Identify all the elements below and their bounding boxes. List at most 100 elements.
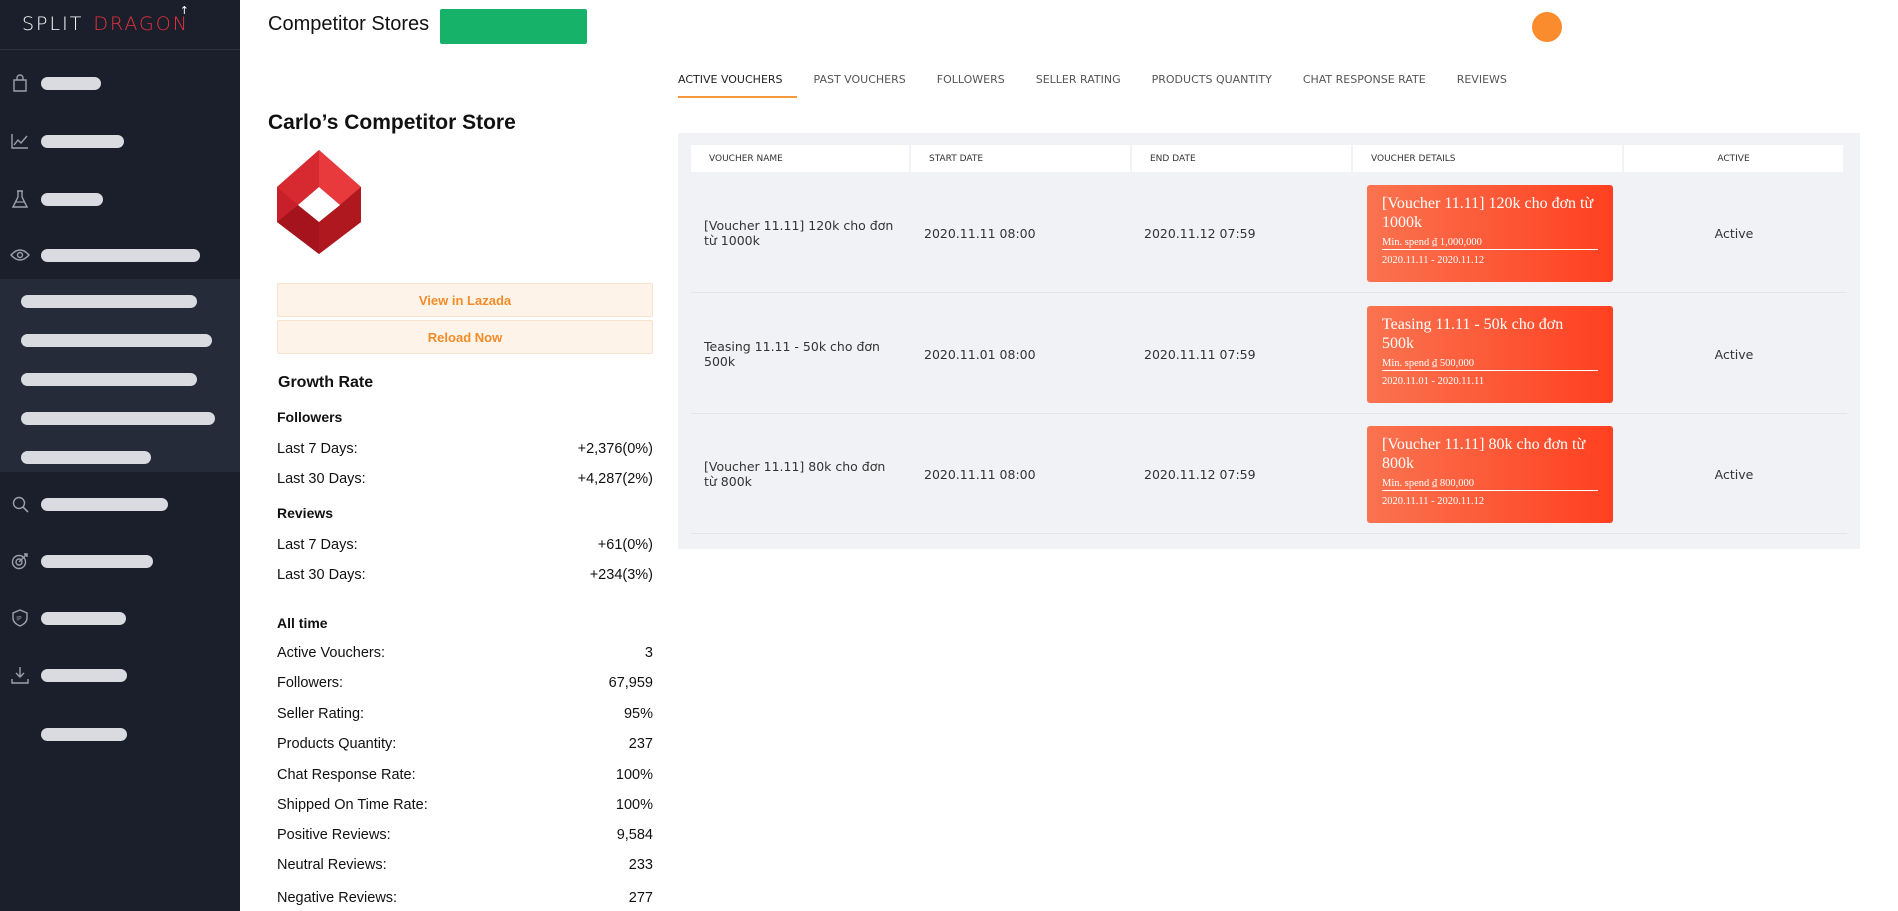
sidebar-item-label [41,192,103,206]
voucher-name-cell: [Voucher 11.11] 80k cho đơn từ 800k [704,459,886,489]
voucher-card-min-spend: Min. spend ₫ 500,000 [1382,358,1598,371]
tab-products-quantity[interactable]: PRODUCTS QUANTITY [1152,62,1272,98]
table-row[interactable]: Teasing 11.11 - 50k cho đơn 500k 2020.11… [691,294,1847,414]
sidebar-item-monitor[interactable] [0,235,240,275]
tab-bar: ACTIVE VOUCHERS PAST VOUCHERS FOLLOWERS … [678,62,1538,98]
column-header-end-date[interactable]: END DATE [1132,145,1351,172]
end-date-cell: 2020.11.12 07:59 [1144,225,1256,241]
flask-icon [10,189,30,209]
status-badge: Active [1714,466,1754,482]
stat-value: 95% [623,706,653,722]
table-header: VOUCHER NAME START DATE END DATE VOUCHER… [691,145,1845,172]
sidebar-item-targeting[interactable] [0,541,240,581]
tab-followers[interactable]: FOLLOWERS [937,62,1005,98]
brand-word-split: SPLIT [22,13,84,35]
stat-row-followers: Followers: 67,959 [277,675,653,691]
tab-chat-response-rate[interactable]: CHAT RESPONSE RATE [1303,62,1426,98]
store-name: Carlo’s Competitor Store [268,111,516,134]
vouchers-table: VOUCHER NAME START DATE END DATE VOUCHER… [678,133,1860,549]
eye-icon [10,245,30,265]
stat-value: 67,959 [608,675,653,691]
trend-chart-icon [10,131,30,151]
submenu-item[interactable] [21,373,197,386]
sidebar: SPLIT DRAGON ↑ IP [0,0,240,911]
voucher-card[interactable]: [Voucher 11.11] 120k cho đơn từ 1000k Mi… [1367,185,1613,282]
stat-row-negative-reviews: Negative Reviews: 277 [277,890,653,906]
start-date-cell: 2020.11.01 08:00 [924,346,1036,362]
target-icon [10,551,30,571]
submenu-item[interactable] [21,295,197,308]
voucher-card-dates: 2020.11.11 - 2020.11.12 [1382,496,1485,507]
submenu-item[interactable] [21,412,215,425]
stat-label: Last 7 Days: [277,537,358,553]
column-header-voucher-details[interactable]: VOUCHER DETAILS [1353,145,1622,172]
sidebar-item-label [41,134,124,148]
stat-value: 277 [628,890,653,906]
sidebar-item-products[interactable] [0,63,240,103]
column-header-start-date[interactable]: START DATE [911,145,1130,172]
sidebar-item-search[interactable] [0,484,240,524]
submenu-item[interactable] [21,334,212,347]
stat-label: Followers: [277,675,344,691]
ip-shield-icon: IP [10,608,30,628]
submenu-item[interactable] [21,451,151,464]
voucher-name-cell: [Voucher 11.11] 120k cho đơn từ 1000k [704,218,894,248]
end-date-cell: 2020.11.11 07:59 [1144,346,1256,362]
sidebar-item-download[interactable] [0,655,240,695]
page-title: Competitor Stores [268,13,430,35]
stat-label: Seller Rating: [277,706,365,722]
voucher-card-title: Teasing 11.11 - 50k cho đơn 500k [1382,316,1564,352]
stat-label: Last 30 Days: [277,567,366,583]
voucher-card[interactable]: [Voucher 11.11] 80k cho đơn từ 800k Min.… [1367,426,1613,523]
stat-label: Positive Reviews: [277,827,391,843]
voucher-card[interactable]: Teasing 11.11 - 50k cho đơn 500k Min. sp… [1367,306,1613,403]
reload-now-button[interactable]: Reload Now [277,320,653,354]
tab-seller-rating[interactable]: SELLER RATING [1036,62,1121,98]
table-row[interactable]: [Voucher 11.11] 80k cho đơn từ 800k 2020… [691,414,1847,534]
brand-logo[interactable]: SPLIT DRAGON ↑ [22,4,189,38]
svg-text:IP: IP [16,616,22,623]
stat-label: Products Quantity: [277,736,397,752]
stat-value: 9,584 [616,827,653,843]
header-action-button[interactable] [440,9,587,44]
tab-reviews[interactable]: REVIEWS [1457,62,1507,98]
sidebar-item-label [41,554,153,568]
column-header-voucher-name[interactable]: VOUCHER NAME [691,145,909,172]
reviews-30d-row: Last 30 Days: +234(3%) [277,567,653,583]
sidebar-item-lab[interactable] [0,179,240,219]
stat-label: Negative Reviews: [277,890,398,906]
voucher-card-min-spend: Min. spend ₫ 800,000 [1382,478,1598,491]
growth-rate-heading: Growth Rate [278,374,374,391]
sidebar-item-label [41,248,200,262]
sidebar-item-ip[interactable]: IP [0,598,240,638]
shopping-bag-icon [10,73,30,93]
stat-value: +234(3%) [589,567,653,583]
brand-arrow-icon: ↑ [179,4,191,17]
sidebar-item-analytics[interactable] [0,121,240,161]
column-header-active[interactable]: ACTIVE [1624,145,1843,172]
view-in-lazada-button[interactable]: View in Lazada [277,283,653,317]
followers-7d-row: Last 7 Days: +2,376(0%) [277,441,653,457]
tab-active-vouchers[interactable]: ACTIVE VOUCHERS [678,62,797,98]
table-row[interactable]: [Voucher 11.11] 120k cho đơn từ 1000k 20… [691,173,1847,293]
stat-value: 3 [644,645,653,661]
stat-label: Last 30 Days: [277,471,366,487]
followers-30d-row: Last 30 Days: +4,287(2%) [277,471,653,487]
stat-label: Active Vouchers: [277,645,385,661]
sidebar-item-label [41,497,168,511]
brand-word-dragon: DRAGON [93,13,189,35]
voucher-name-cell: Teasing 11.11 - 50k cho đơn 500k [704,339,880,369]
stat-value: 237 [628,736,653,752]
download-icon [10,665,30,685]
voucher-card-min-spend: Min. spend ₫ 1,000,000 [1382,237,1598,250]
followers-heading: Followers [277,409,343,425]
sidebar-item-label [41,668,127,682]
sidebar-item-label [41,76,101,90]
start-date-cell: 2020.11.11 08:00 [924,225,1036,241]
voucher-card-dates: 2020.11.11 - 2020.11.12 [1382,255,1485,266]
sidebar-item-extra[interactable] [0,714,240,754]
avatar[interactable] [1532,12,1562,42]
reviews-7d-row: Last 7 Days: +61(0%) [277,537,653,553]
tab-past-vouchers[interactable]: PAST VOUCHERS [814,62,906,98]
voucher-card-dates: 2020.11.01 - 2020.11.11 [1382,376,1485,387]
